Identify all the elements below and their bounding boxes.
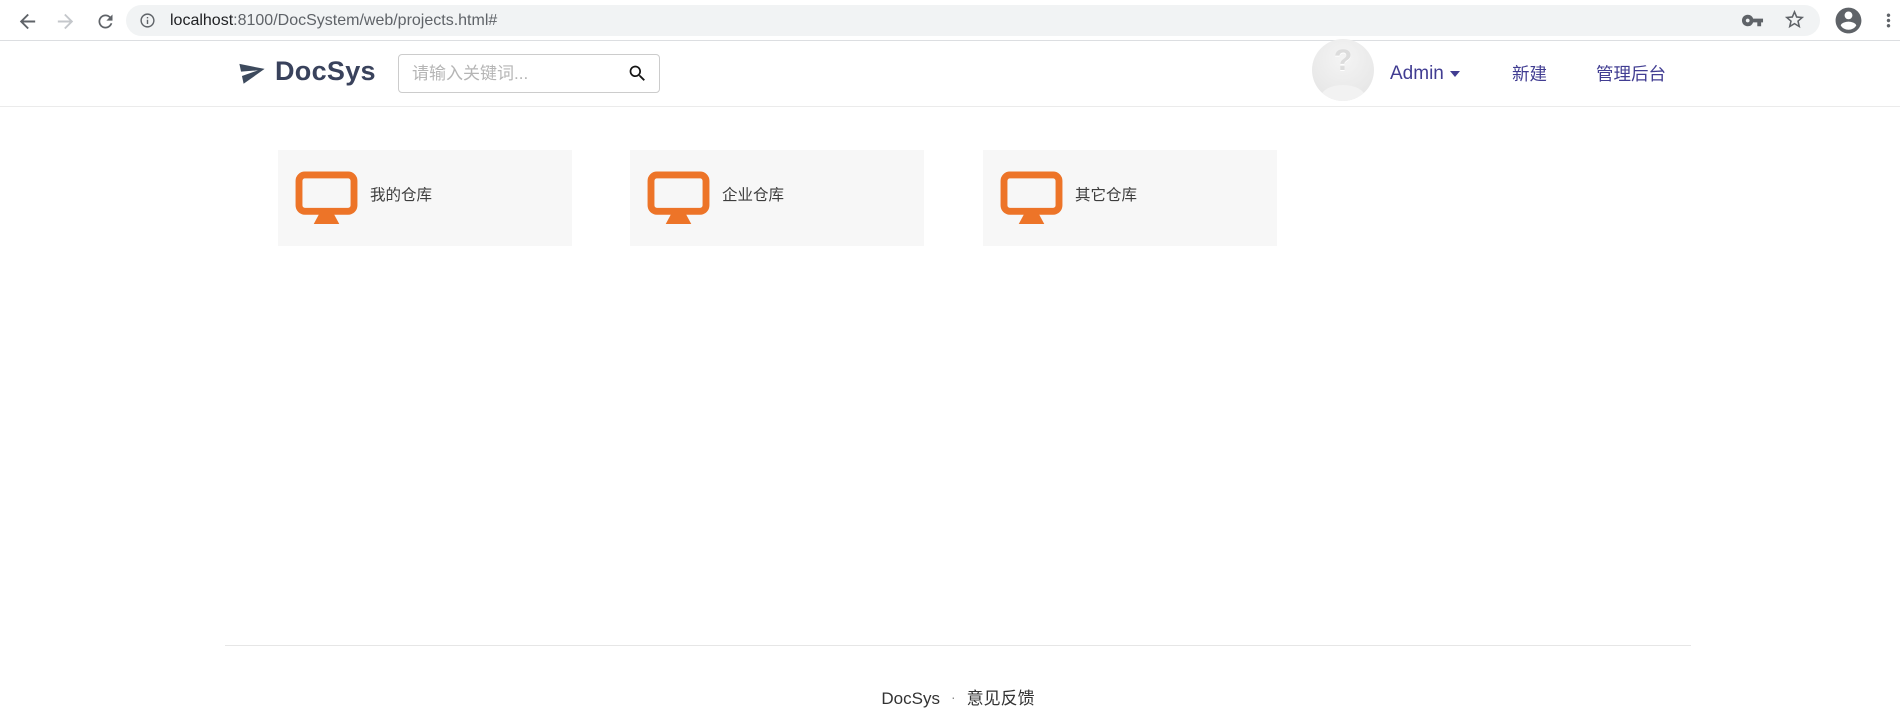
footer-divider (225, 645, 1691, 646)
url-host: localhost (170, 12, 234, 29)
browser-menu-icon[interactable] (1876, 8, 1900, 32)
repo-card-other[interactable]: 其它仓库 (983, 150, 1277, 246)
info-icon[interactable] (139, 12, 156, 34)
browser-toolbar: localhost:8100/DocSystem/web/projects.ht… (0, 0, 1900, 41)
reload-icon (98, 14, 112, 28)
reload-button[interactable] (92, 8, 118, 34)
brand-logo[interactable]: DocSys (239, 56, 376, 87)
back-button[interactable] (14, 8, 40, 34)
browser-profile-icon[interactable] (1832, 4, 1864, 36)
chevron-down-icon (1449, 71, 1460, 77)
repo-card-label: 其它仓库 (1075, 187, 1138, 204)
monitor-icon (647, 171, 710, 225)
question-mark-icon: ? (1333, 44, 1353, 77)
admin-dropdown-label: Admin (1390, 63, 1444, 84)
search-box (398, 54, 660, 93)
url-path: :8100/DocSystem/web/projects.html# (233, 12, 498, 29)
avatar-silhouette (1321, 85, 1365, 101)
forward-arrow-icon (57, 13, 73, 29)
footer-separator: · (950, 689, 956, 705)
back-arrow-icon (19, 13, 35, 29)
monitor-icon (295, 171, 358, 225)
page: localhost:8100/DocSystem/web/projects.ht… (0, 0, 1900, 726)
repo-card-my[interactable]: 我的仓库 (278, 150, 572, 246)
feedback-link[interactable]: 意见反馈 (967, 689, 1035, 708)
search-button[interactable] (615, 55, 659, 92)
magnifier-icon (629, 65, 645, 81)
search-input[interactable] (399, 55, 615, 92)
paper-plane-icon (239, 63, 265, 84)
nav-link-new[interactable]: 新建 (1512, 41, 1547, 107)
url-bar[interactable]: localhost:8100/DocSystem/web/projects.ht… (126, 5, 1820, 36)
url-text: localhost:8100/DocSystem/web/projects.ht… (170, 5, 497, 36)
site-header: DocSys ? Admin 新建 管理后台 (0, 39, 1900, 107)
key-icon[interactable] (1741, 9, 1764, 32)
monitor-icon (1000, 171, 1063, 225)
repo-card-enterprise[interactable]: 企业仓库 (630, 150, 924, 246)
repo-card-label: 企业仓库 (722, 187, 785, 204)
footer-brand: DocSys (881, 689, 940, 708)
user-avatar[interactable]: ? (1312, 39, 1374, 101)
repo-card-label: 我的仓库 (370, 187, 433, 204)
footer: DocSys · 意见反馈 (225, 684, 1691, 709)
admin-dropdown[interactable]: Admin (1390, 41, 1460, 107)
brand-name: DocSys (275, 56, 376, 86)
forward-button[interactable] (52, 8, 78, 34)
nav-link-admin-console[interactable]: 管理后台 (1596, 41, 1666, 107)
bookmark-star-icon[interactable] (1782, 7, 1807, 32)
